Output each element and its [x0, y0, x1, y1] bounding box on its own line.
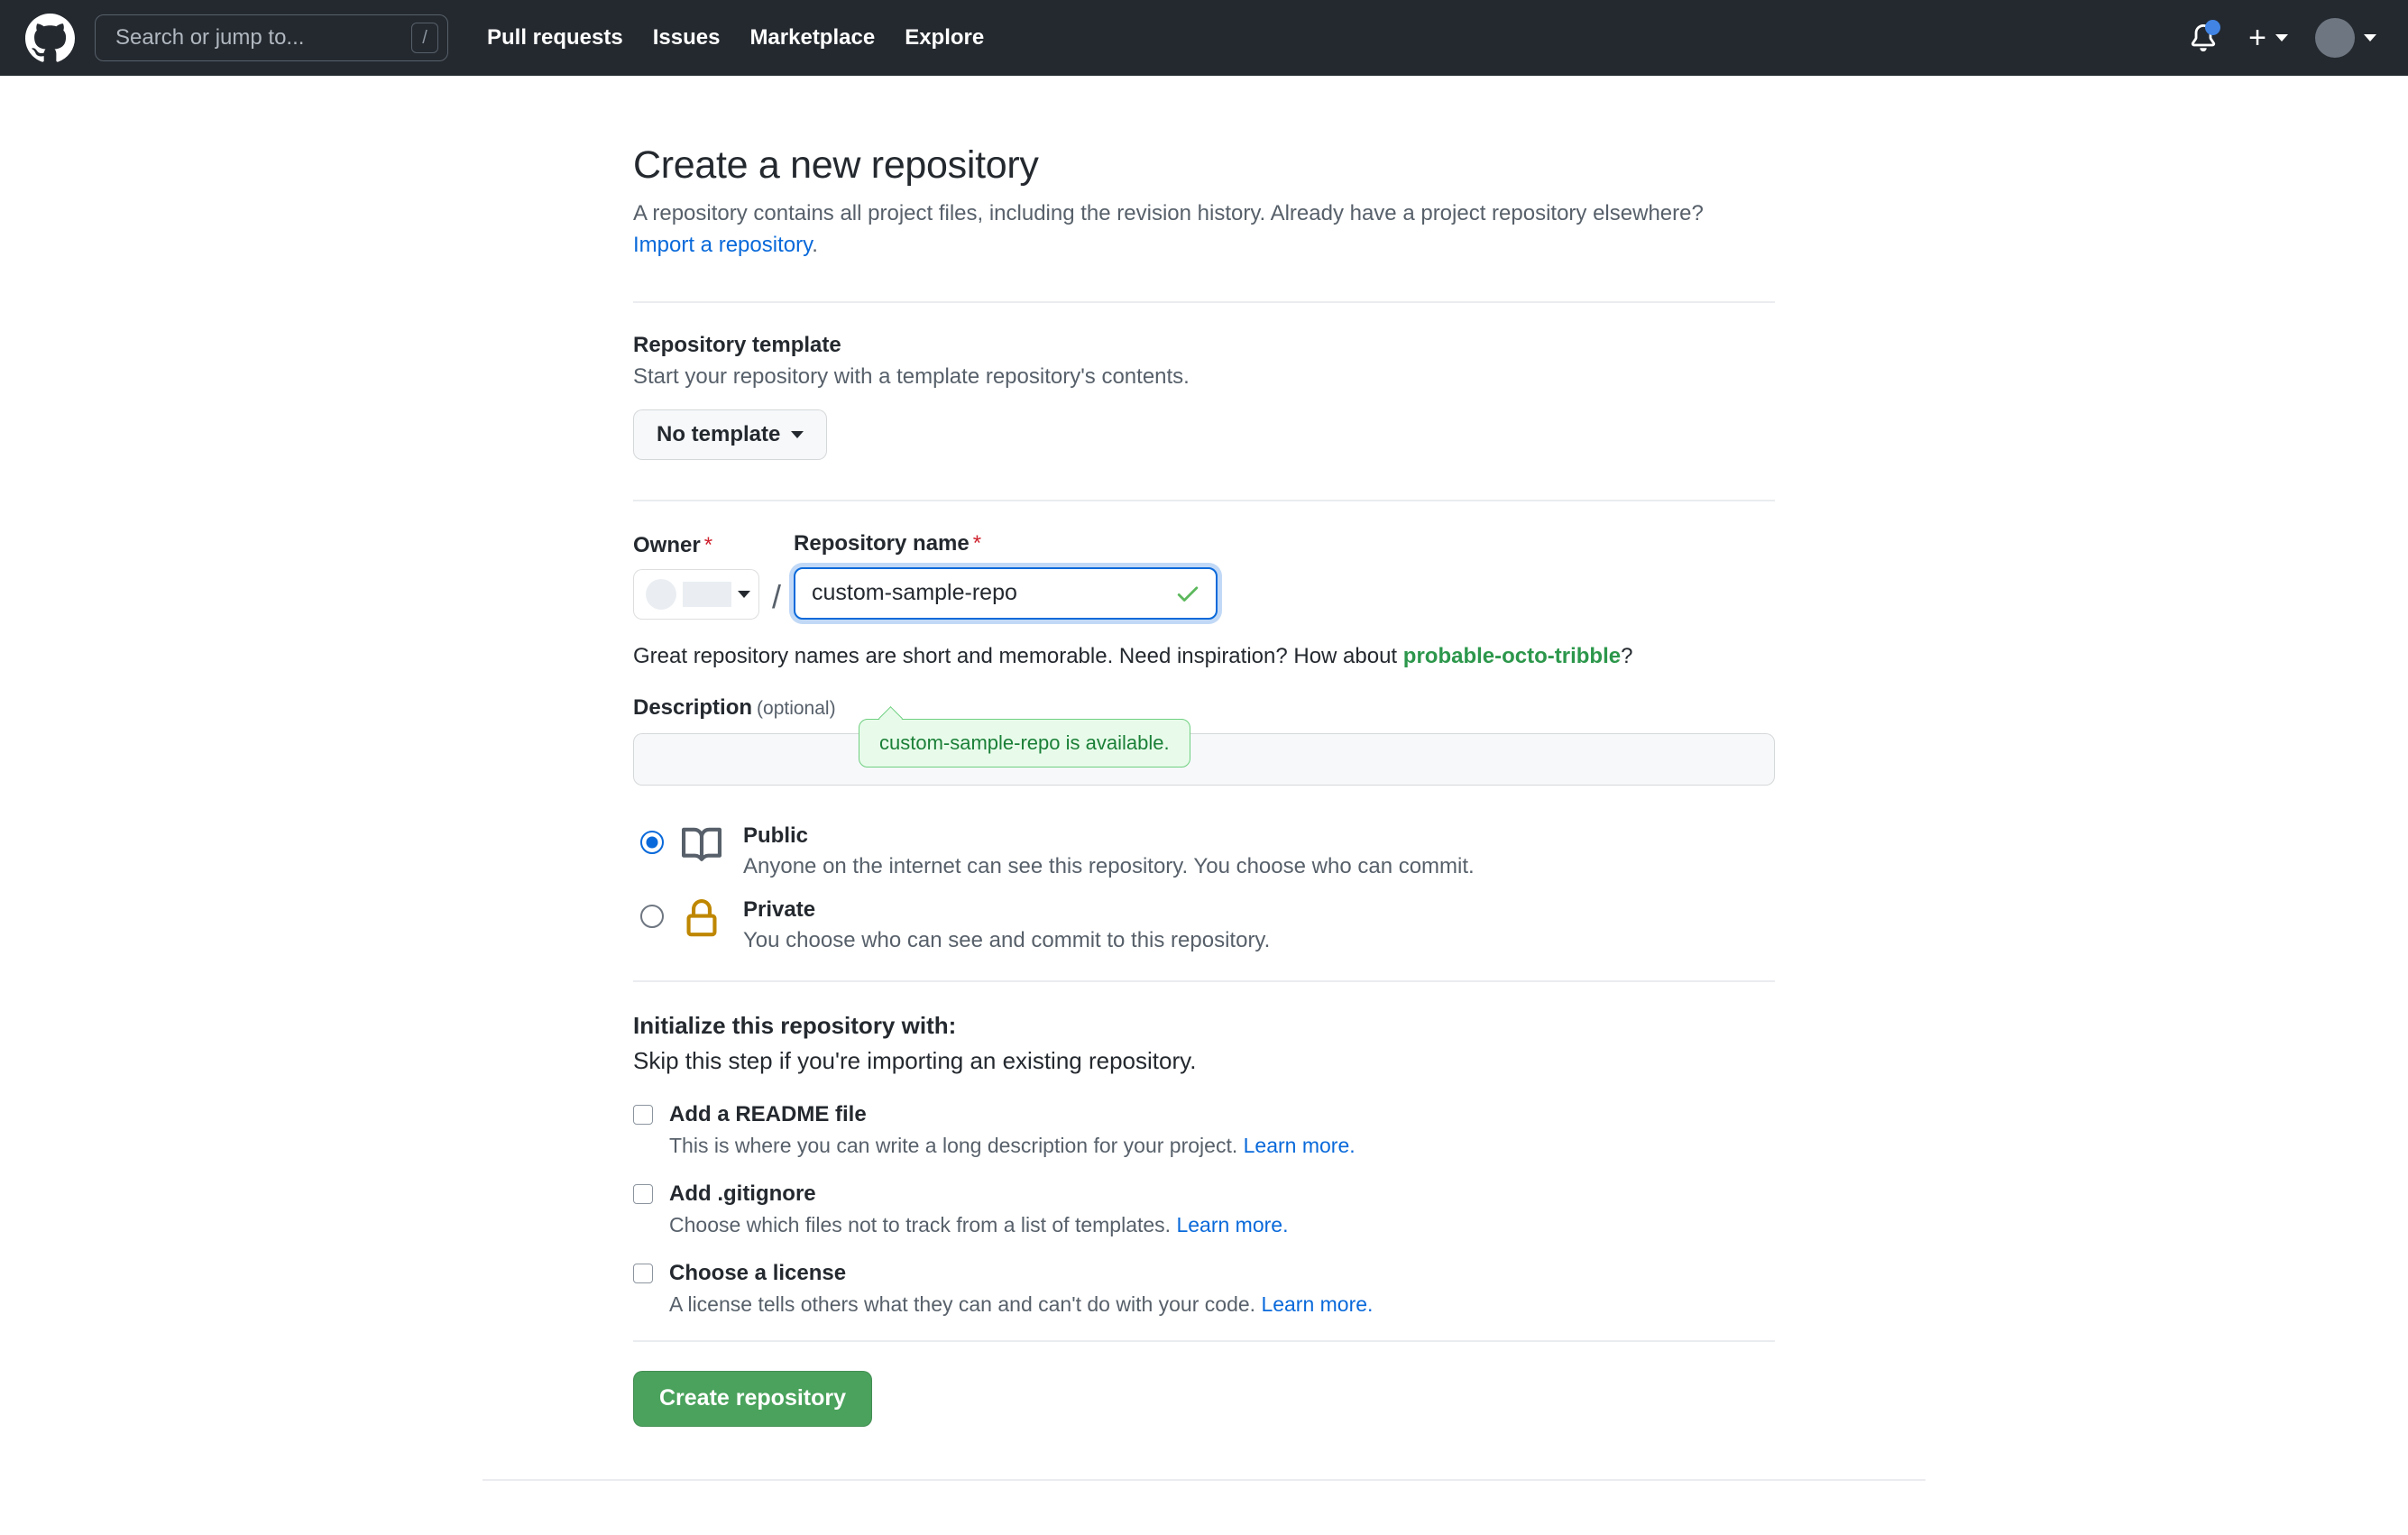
footer-area	[483, 1427, 1925, 1481]
avatar	[2315, 18, 2355, 58]
checkbox-choose-license[interactable]	[633, 1263, 653, 1283]
create-new-button[interactable]: +	[2248, 23, 2288, 53]
suggested-name-link[interactable]: probable-octo-tribble	[1403, 644, 1621, 668]
owner-select[interactable]	[633, 568, 759, 620]
repository-name-hint: Great repository names are short and mem…	[633, 642, 1775, 670]
header-actions: +	[2183, 18, 2384, 58]
description-input[interactable]	[633, 732, 1775, 786]
nav-explore[interactable]: Explore	[905, 25, 984, 51]
initialize-option-license: Choose a license A license tells others …	[633, 1261, 1775, 1317]
initialize-option-readme: Add a README file This is where you can …	[633, 1102, 1775, 1158]
owner-label-text: Owner	[633, 532, 701, 557]
nav-pull-requests[interactable]: Pull requests	[487, 25, 623, 51]
owner-field: Owner *	[633, 533, 759, 620]
initialize-option-license-description: A license tells others what they can and…	[669, 1292, 1775, 1317]
visibility-section: Public Anyone on the internet can see th…	[633, 786, 1775, 953]
page-title: Create a new repository	[633, 143, 1039, 187]
gitignore-description-text: Choose which files not to track from a l…	[669, 1212, 1177, 1236]
initialize-option-readme-description: This is where you can write a long descr…	[669, 1134, 1775, 1158]
page-description: A repository contains all project files,…	[633, 198, 1724, 262]
visibility-private-title: Private	[743, 896, 816, 922]
description-section: Description (optional)	[633, 670, 1775, 786]
repository-name-input[interactable]: custom-sample-repo	[794, 566, 1218, 620]
repository-name-label: Repository name *	[794, 531, 1218, 556]
divider	[633, 1339, 1775, 1342]
owner-name-placeholder	[683, 581, 731, 607]
global-header: Search or jump to... / Pull requests Iss…	[0, 0, 2408, 76]
owner-repo-separator: /	[772, 577, 782, 615]
visibility-public-description: Anyone on the internet can see this repo…	[743, 853, 1475, 878]
initialize-option-gitignore: Add .gitignore Choose which files not to…	[633, 1181, 1775, 1237]
readme-description-text: This is where you can write a long descr…	[669, 1133, 1244, 1157]
repository-availability-tooltip: custom-sample-repo is available.	[859, 719, 1190, 768]
license-description-text: A license tells others what they can and…	[669, 1291, 1262, 1316]
nav-issues[interactable]: Issues	[653, 25, 721, 51]
notification-indicator-dot	[2205, 20, 2221, 35]
nav-marketplace[interactable]: Marketplace	[749, 25, 875, 51]
initialize-option-gitignore-description: Choose which files not to track from a l…	[669, 1213, 1775, 1237]
footer-divider	[483, 1478, 1925, 1481]
template-select-label: No template	[657, 421, 781, 446]
plus-icon: +	[2248, 21, 2266, 55]
owner-required-marker: *	[703, 532, 713, 557]
search-placeholder: Search or jump to...	[115, 25, 305, 50]
radio-public[interactable]	[640, 830, 664, 854]
initialize-section: Initialize this repository with: Skip th…	[633, 982, 1775, 1317]
description-optional-text: (optional)	[757, 697, 836, 719]
repository-name-label-text: Repository name	[794, 530, 970, 556]
chevron-down-icon	[2364, 34, 2376, 41]
chevron-down-icon	[738, 590, 750, 598]
initialize-subtitle: Skip this step if you're importing an ex…	[633, 1046, 1197, 1074]
create-repository-button[interactable]: Create repository	[633, 1370, 873, 1427]
repository-name-required-marker: *	[972, 530, 982, 556]
repository-name-hint-prefix: Great repository names are short and mem…	[633, 643, 1403, 668]
visibility-private-text: Private You choose who can see and commi…	[743, 897, 1270, 953]
radio-private[interactable]	[640, 904, 664, 928]
chevron-down-icon	[791, 430, 804, 438]
checkbox-choose-license-label: Choose a license	[669, 1260, 847, 1285]
check-icon	[1174, 580, 1201, 607]
initialize-title: Initialize this repository with:	[633, 1011, 957, 1039]
description-label: Description (optional)	[633, 695, 1775, 721]
repository-template-title: Repository template	[633, 332, 841, 357]
license-learn-more-link[interactable]: Learn more.	[1261, 1292, 1373, 1316]
notifications-button[interactable]	[2183, 18, 2223, 58]
repository-template-section: Repository template Start your repositor…	[633, 303, 1775, 460]
description-label-text: Description	[633, 694, 753, 720]
owner-label: Owner *	[633, 533, 759, 558]
primary-nav: Pull requests Issues Marketplace Explore	[487, 25, 984, 51]
template-select-button[interactable]: No template	[633, 409, 828, 460]
visibility-option-private[interactable]: Private You choose who can see and commi…	[633, 897, 1775, 953]
repository-template-subtitle: Start your repository with a template re…	[633, 363, 1190, 389]
search-input[interactable]: Search or jump to... /	[95, 14, 448, 61]
github-logo-icon[interactable]	[24, 13, 75, 63]
checkbox-add-gitignore[interactable]	[633, 1183, 653, 1204]
checkbox-add-readme-label: Add a README file	[669, 1101, 867, 1126]
repo-book-icon	[682, 823, 729, 869]
search-shortcut-key: /	[411, 23, 438, 53]
repository-name-section: Owner * / Repository name * custom-sample-…	[633, 501, 1775, 768]
checkbox-add-readme[interactable]	[633, 1104, 653, 1125]
visibility-option-public[interactable]: Public Anyone on the internet can see th…	[633, 823, 1775, 879]
repository-name-value: custom-sample-repo	[812, 580, 1017, 606]
page-description-text: A repository contains all project files,…	[633, 201, 1704, 225]
readme-learn-more-link[interactable]: Learn more.	[1244, 1134, 1356, 1157]
chevron-down-icon	[2275, 34, 2288, 41]
user-menu-button[interactable]	[2315, 18, 2376, 58]
visibility-public-title: Public	[743, 823, 809, 848]
repository-name-field: Repository name * custom-sample-repo	[794, 531, 1218, 620]
gitignore-learn-more-link[interactable]: Learn more.	[1176, 1213, 1288, 1236]
repository-name-hint-suffix: ?	[1621, 643, 1633, 668]
visibility-public-text: Public Anyone on the internet can see th…	[743, 823, 1475, 879]
visibility-private-description: You choose who can see and commit to thi…	[743, 927, 1271, 952]
import-repository-link[interactable]: Import a repository	[633, 233, 812, 257]
page-description-tail: .	[812, 232, 818, 257]
checkbox-add-gitignore-label: Add .gitignore	[669, 1181, 816, 1206]
new-repository-form: Create a new repository A repository con…	[633, 76, 1775, 1427]
lock-icon	[682, 897, 729, 943]
owner-avatar-placeholder	[646, 578, 676, 610]
